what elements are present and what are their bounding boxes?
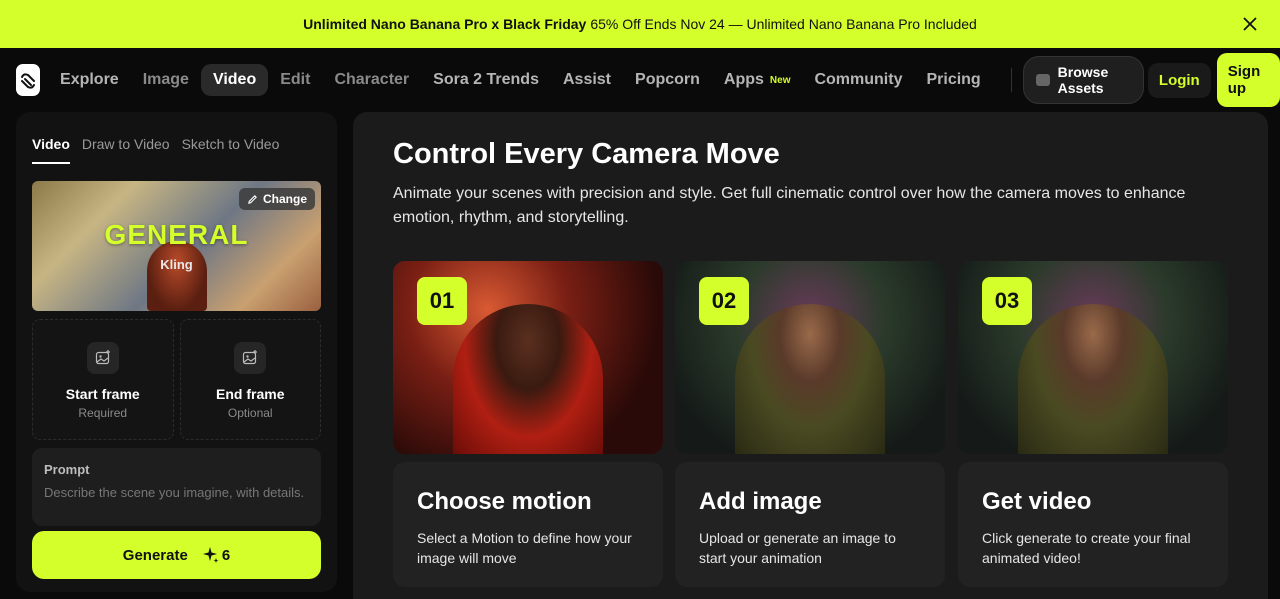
step-3-card: Get video Click generate to create your …	[958, 462, 1228, 587]
step-2-title: Add image	[699, 488, 822, 515]
page-description: Animate your scenes with precision and s…	[393, 185, 1186, 226]
nav-edit[interactable]: Edit	[268, 64, 322, 96]
model-preview-image	[147, 241, 207, 311]
model-card[interactable]: GENERAL Kling Change	[32, 181, 321, 311]
image-add-icon	[86, 342, 119, 374]
generate-label: Generate	[122, 546, 188, 564]
tab-draw-to-video[interactable]: Draw to Video	[82, 136, 170, 164]
nav-assist[interactable]: Assist	[551, 64, 623, 96]
nav-pricing[interactable]: Pricing	[914, 64, 992, 96]
step-3-figure	[1018, 304, 1168, 454]
step-1-figure	[453, 304, 603, 454]
step-1-desc: Select a Motion to define how your image…	[417, 530, 632, 566]
step-1-card: Choose motion Select a Motion to define …	[393, 462, 663, 587]
step-1-title: Choose motion	[417, 488, 592, 515]
banner-text: 65% Off Ends Nov 24 — Unlimited Nano Ban…	[590, 16, 977, 32]
page-title: Control Every Camera Move	[393, 138, 780, 170]
nav-character[interactable]: Character	[322, 64, 421, 96]
promo-banner: Unlimited Nano Banana Pro x Black Friday…	[0, 0, 1280, 48]
image-add-icon	[234, 342, 267, 374]
step-1-number: 01	[417, 277, 467, 325]
banner-bold-text: Unlimited Nano Banana Pro x Black Friday	[303, 16, 587, 32]
nav-popcorn[interactable]: Popcorn	[623, 64, 712, 96]
prompt-placeholder: Describe the scene you imagine, with det…	[44, 485, 305, 500]
pencil-icon	[248, 194, 257, 204]
model-subtitle: Kling	[160, 257, 193, 272]
browse-assets-label: Browse Assets	[1057, 64, 1109, 96]
top-nav: Explore Image Video Edit Character Sora …	[0, 48, 1280, 112]
step-2-image: 02	[675, 261, 945, 454]
nav-explore[interactable]: Explore	[48, 64, 131, 96]
new-badge: New	[769, 74, 791, 86]
sparkle-icon	[202, 547, 219, 563]
end-frame-label: End frame	[216, 386, 285, 402]
end-frame-sub: Optional	[227, 406, 273, 420]
login-button[interactable]: Login	[1147, 62, 1211, 98]
step-2-card: Add image Upload or generate an image to…	[675, 462, 945, 587]
nav-video[interactable]: Video	[200, 64, 269, 96]
logo-icon[interactable]	[16, 64, 41, 96]
main-content: Control Every Camera Move Animate your s…	[353, 112, 1268, 599]
video-settings-panel: Video Draw to Video Sketch to Video GENE…	[16, 112, 337, 592]
start-frame-upload[interactable]: Start frame Required	[32, 319, 174, 440]
close-icon[interactable]	[1238, 12, 1262, 36]
model-title: GENERAL	[104, 219, 249, 250]
folder-icon	[1036, 74, 1050, 86]
nav-image[interactable]: Image	[131, 64, 201, 96]
prompt-label: Prompt	[44, 462, 90, 477]
mode-tabs: Video Draw to Video Sketch to Video	[16, 112, 337, 164]
start-frame-sub: Required	[78, 406, 128, 420]
step-2-number: 02	[699, 277, 749, 325]
change-label: Change	[262, 192, 307, 206]
nav-sora-2-trends[interactable]: Sora 2 Trends	[421, 64, 551, 96]
change-model-button[interactable]: Change	[238, 188, 315, 210]
step-1-image: 01	[393, 261, 663, 454]
signup-button[interactable]: Sign up	[1216, 53, 1280, 107]
nav-community[interactable]: Community	[802, 64, 914, 96]
tab-sketch-to-video[interactable]: Sketch to Video	[182, 136, 280, 164]
prompt-input[interactable]: Prompt Describe the scene you imagine, w…	[32, 448, 321, 526]
end-frame-upload[interactable]: End frame Optional	[179, 319, 321, 440]
step-3-title: Get video	[982, 488, 1092, 515]
nav-divider	[1010, 68, 1012, 92]
step-3-desc: Click generate to create your final anim…	[982, 530, 1191, 566]
step-3-number: 03	[982, 277, 1032, 325]
frame-uploads: Start frame Required End frame Optional	[32, 319, 321, 440]
start-frame-label: Start frame	[65, 386, 140, 402]
nav-apps-label: Apps	[723, 71, 764, 88]
tab-video[interactable]: Video	[32, 136, 70, 164]
step-3-image: 03	[958, 261, 1228, 454]
generate-button[interactable]: Generate 6	[32, 531, 321, 579]
step-2-desc: Upload or generate an image to start you…	[699, 530, 896, 566]
nav-apps[interactable]: Apps New	[712, 64, 803, 96]
browse-assets-button[interactable]: Browse Assets	[1023, 56, 1144, 104]
step-2-figure	[735, 304, 885, 454]
generate-credits: 6	[221, 546, 231, 564]
